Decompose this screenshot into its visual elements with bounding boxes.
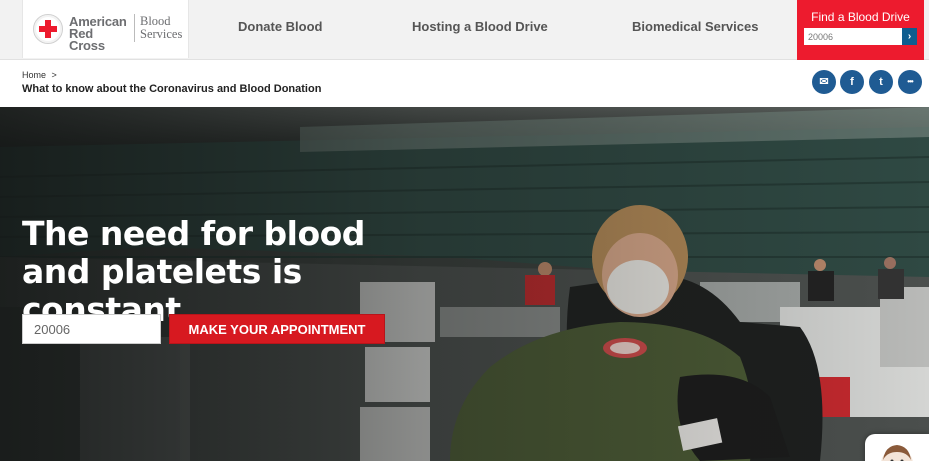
nav-donate-blood[interactable]: Donate Blood (238, 19, 323, 34)
chevron-right-icon: › (907, 31, 912, 42)
email-icon: ✉ (819, 76, 829, 88)
breadcrumb-bar: Home > What to know about the Coronaviru… (0, 60, 929, 107)
nav-biomedical-services[interactable]: Biomedical Services (632, 19, 758, 34)
find-blood-drive-title: Find a Blood Drive (811, 10, 910, 24)
logo-wordmark: American Red Cross (69, 15, 131, 53)
breadcrumb-home-link[interactable]: Home (22, 70, 46, 80)
logo-divider (134, 14, 135, 42)
logo-sub-line2: Services (140, 27, 183, 41)
hero-banner: The need for blood and platelets is cons… (0, 107, 929, 461)
chat-avatar-icon (881, 445, 913, 461)
find-drive-zip-input[interactable] (804, 28, 902, 45)
chat-assistant-button[interactable] (865, 434, 929, 461)
red-cross-emblem-icon (33, 14, 63, 44)
logo-subtitle: Blood Services (140, 15, 190, 41)
find-blood-drive-panel: Find a Blood Drive › (797, 0, 924, 60)
red-cross-logo[interactable]: American Red Cross Blood Services (22, 0, 189, 58)
appointment-zip-input[interactable] (22, 314, 161, 344)
logo-name-line2: Red Cross (69, 26, 105, 53)
twitter-icon: t (879, 76, 883, 88)
share-more-button[interactable]: ••• (898, 70, 922, 94)
more-icon: ••• (907, 77, 913, 86)
hero-headline: The need for blood and platelets is cons… (22, 214, 365, 329)
site-header: American Red Cross Blood Services Donate… (0, 0, 929, 60)
find-drive-go-button[interactable]: › (902, 28, 917, 45)
make-appointment-button[interactable]: MAKE YOUR APPOINTMENT (169, 314, 385, 344)
nav-hosting-blood-drive[interactable]: Hosting a Blood Drive (412, 19, 548, 34)
share-email-button[interactable]: ✉ (812, 70, 836, 94)
share-twitter-button[interactable]: t (869, 70, 893, 94)
breadcrumb-separator: > (51, 70, 57, 80)
facebook-icon: f (850, 76, 854, 88)
breadcrumb: Home > (22, 70, 57, 80)
share-facebook-button[interactable]: f (840, 70, 864, 94)
page-title: What to know about the Coronavirus and B… (22, 83, 322, 95)
